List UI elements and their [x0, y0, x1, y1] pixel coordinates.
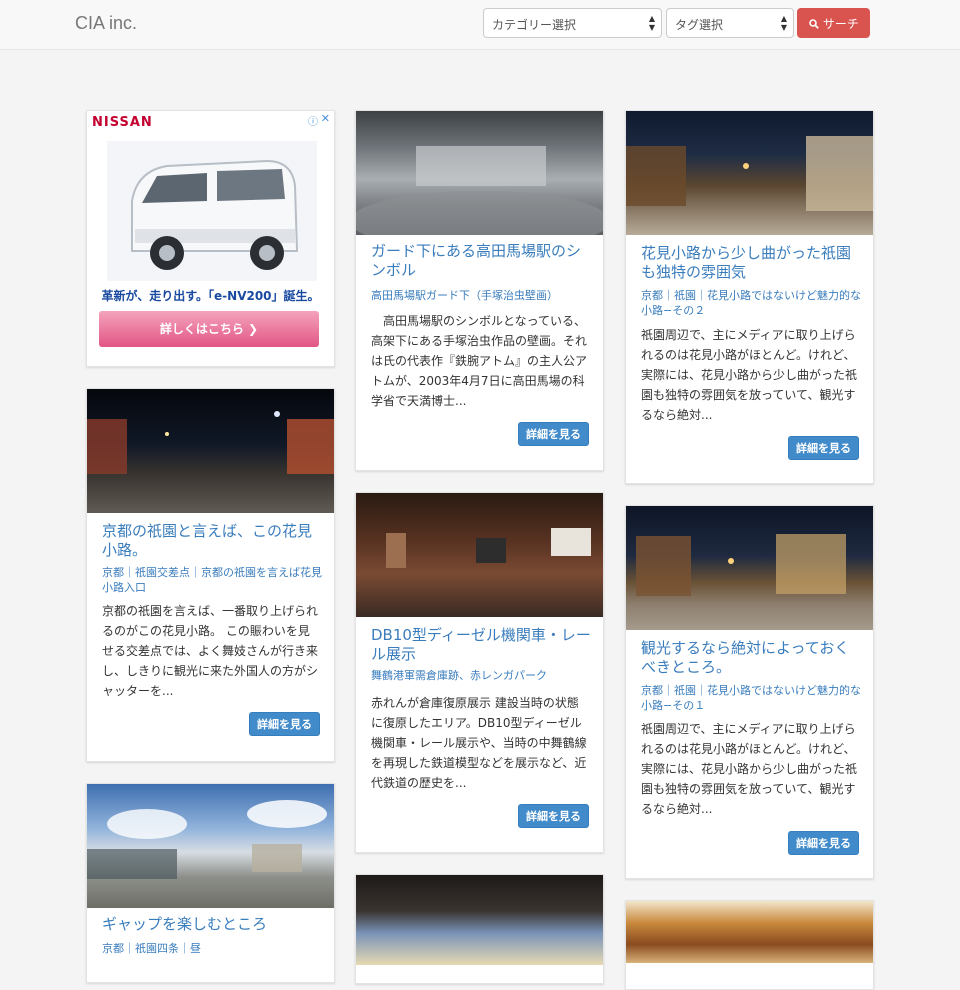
card-tags[interactable]: 京都｜祇園｜花見小路ではないけど魅力的な小路−その２: [641, 288, 861, 318]
select-arrows-icon: ▲ ▼: [648, 14, 655, 32]
panorama-image[interactable]: [356, 111, 603, 235]
card-excerpt: 赤れんが倉庫復原展示 建設当時の状態に復原したエリア。DB10型ディーゼル機関車…: [371, 696, 587, 790]
card-title[interactable]: 観光するなら絶対によっておくべきところ。: [641, 639, 861, 677]
article-card: [625, 900, 874, 990]
details-button[interactable]: 詳細を見る: [518, 422, 589, 446]
search-label: サーチ: [822, 17, 859, 31]
details-button[interactable]: 詳細を見る: [518, 804, 589, 828]
card-excerpt: 祇園周辺で、主にメディアに取り上げられるのは花見小路がほとんど。けれど、実際には…: [641, 722, 858, 816]
article-card: 観光するなら絶対によっておくべきところ。 京都｜祇園｜花見小路ではないけど魅力的…: [625, 505, 874, 879]
panorama-image[interactable]: [356, 493, 603, 617]
card-tags[interactable]: 舞鶴港軍需倉庫跡、赤レンガパーク: [371, 668, 591, 683]
panorama-image[interactable]: [356, 875, 603, 965]
article-card: [355, 874, 604, 984]
panorama-image[interactable]: [87, 784, 334, 908]
ad-close-icon[interactable]: ✕: [321, 112, 330, 125]
article-card: DB10型ディーゼル機関車・レール展示 舞鶴港軍需倉庫跡、赤レンガパーク 赤れん…: [355, 492, 604, 853]
card-tags[interactable]: 高田馬場駅ガード下（手塚治虫壁画）: [371, 288, 591, 303]
ad-brand: NISSAN: [92, 115, 153, 130]
select-arrows-icon: ▲ ▼: [780, 14, 787, 32]
card-excerpt: 高田馬場駅のシンボルとなっている、高架下にある手塚治虫作品の壁画。それは氏の代表…: [371, 314, 588, 408]
details-button[interactable]: 詳細を見る: [788, 436, 859, 460]
tag-select[interactable]: タグ選択 ▲ ▼: [666, 8, 794, 38]
card-title[interactable]: 花見小路から少し曲がった祇園も独特の雰囲気: [641, 244, 861, 282]
panorama-image[interactable]: [626, 901, 873, 963]
tag-select-value: タグ選択: [675, 18, 724, 32]
details-button[interactable]: 詳細を見る: [249, 712, 320, 736]
ad-details-button[interactable]: 詳しくはこちら ❯: [99, 311, 319, 347]
search-button[interactable]: サーチ: [797, 8, 870, 38]
card-title[interactable]: 京都の祇園と言えば、この花見小路。: [102, 522, 322, 560]
category-select[interactable]: カテゴリー選択 ▲ ▼: [483, 8, 662, 38]
panorama-image[interactable]: [626, 506, 873, 630]
card-tags[interactable]: 京都｜祇園交差点｜京都の祇園を言えば花見小路入口: [102, 565, 322, 595]
brand-logo[interactable]: CIA inc.: [75, 13, 137, 34]
panorama-image[interactable]: [626, 111, 873, 235]
search-icon: [809, 19, 819, 29]
card-title[interactable]: DB10型ディーゼル機関車・レール展示: [371, 626, 591, 664]
ad-info-icon[interactable]: ⓘ: [308, 113, 318, 128]
top-navbar: CIA inc. カテゴリー選択 ▲ ▼ タグ選択 ▲ ▼ サーチ: [0, 0, 960, 50]
article-card: ガード下にある高田馬場駅のシンボル 高田馬場駅ガード下（手塚治虫壁画） 高田馬場…: [355, 110, 604, 471]
panorama-image[interactable]: [87, 389, 334, 513]
van-image: [107, 141, 317, 281]
card-title[interactable]: ギャップを楽しむところ: [102, 915, 322, 934]
ad-copy: 革新が、走り出す。「e-NV200」誕生。: [101, 289, 320, 303]
ad-banner[interactable]: NISSAN ⓘ ✕ 革新が、走り出す。「e-NV200」誕生。 詳しくはこちら…: [86, 110, 335, 367]
card-tags[interactable]: 京都｜祇園四条｜昼: [102, 941, 322, 956]
card-title[interactable]: ガード下にある高田馬場駅のシンボル: [371, 242, 591, 280]
card-excerpt: 京都の祇園を言えば、一番取り上げられるのがこの花見小路。 この賑わいを見せる交差…: [102, 604, 319, 698]
article-card: 京都の祇園と言えば、この花見小路。 京都｜祇園交差点｜京都の祇園を言えば花見小路…: [86, 388, 335, 762]
category-select-value: カテゴリー選択: [492, 18, 577, 32]
card-excerpt: 祇園周辺で、主にメディアに取り上げられるのは花見小路がほとんど。けれど、実際には…: [641, 328, 858, 422]
details-button[interactable]: 詳細を見る: [788, 831, 859, 855]
card-tags[interactable]: 京都｜祇園｜花見小路ではないけど魅力的な小路−その１: [641, 683, 861, 713]
article-card: ギャップを楽しむところ 京都｜祇園四条｜昼: [86, 783, 335, 983]
article-card: 花見小路から少し曲がった祇園も独特の雰囲気 京都｜祇園｜花見小路ではないけど魅力…: [625, 110, 874, 484]
